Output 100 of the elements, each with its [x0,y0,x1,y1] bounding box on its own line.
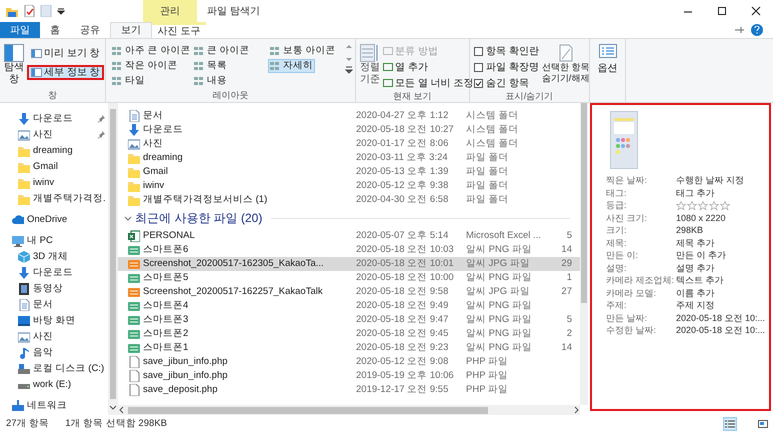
property-label: 카메라 모델: [606,288,658,298]
nav-item[interactable]: Gmail [0,159,108,175]
nav-item[interactable]: 개별주택가격정. [0,191,108,207]
nav-item[interactable]: 동영상 [0,281,108,297]
group-header[interactable]: 최근에 사용한 파일 (20) [124,209,262,227]
property-value[interactable]: 텍스트 추가 [676,275,769,286]
checkbox[interactable] [474,46,483,56]
download-arrow-icon [18,113,30,125]
nav-item[interactable]: 로컬 디스크 (C:) [0,361,108,377]
options-list-icon [598,44,616,58]
ribbon-tab[interactable]: 파일 [0,22,40,38]
file-row[interactable]: dreaming 2020-03-11 오후 3:24 파일 폴더 [118,151,580,165]
checkbox[interactable] [474,62,483,72]
property-value[interactable]: 태그 추가 [676,188,769,198]
image-file-icon [128,342,140,354]
folder-icon [18,161,30,173]
nav-item[interactable]: 바탕 화면 [0,313,108,329]
file-row[interactable]: 다운로드 2020-05-18 오전 10:27 시스템 폴더 [118,123,580,137]
layout-option[interactable]: 자세히 [268,59,315,73]
ribbon-tab[interactable]: 홈 [40,22,70,38]
large-icons-view-button[interactable] [756,417,770,431]
file-row[interactable]: 스마트폰2 2020-05-18 오전 9:45 알씨 PNG 파일 2 [118,327,580,341]
view-option-button[interactable]: 열 추가 [383,60,474,74]
cube-icon [18,251,30,263]
property-value[interactable]: 설명 추가 [676,262,769,274]
file-row[interactable]: 스마트폰6 2020-05-18 오전 10:03 알씨 PNG 파일 14 [118,243,580,257]
options-button[interactable]: 옵션 [598,44,618,84]
checkbox[interactable] [474,78,483,88]
nav-item[interactable]: 사진 [0,329,108,345]
property-value[interactable]: 제목 추가 [676,238,769,248]
file-row[interactable]: iwinv 2020-05-12 오후 9:38 파일 폴더 [118,179,580,193]
property-value[interactable]: 주제 지정 [676,300,769,311]
navigation-pane-button[interactable]: 탐색 창 [4,44,24,86]
file-row[interactable]: save_jibun_info.php 2019-05-19 오후 10:06 PHP 파일 [118,369,580,383]
property-value[interactable]: 수행한 날짜 지정 [676,175,769,186]
nav-item[interactable]: dreaming [0,143,108,159]
property-value[interactable]: 2020-05-18 오전 10:... [676,325,769,336]
file-row[interactable]: 스마트폰3 2020-05-18 오전 9:47 알씨 PNG 파일 5 [118,313,580,327]
nav-item[interactable]: work (E:) [0,377,108,393]
layout-option[interactable]: 큰 아이콘 [192,44,252,58]
property-label: 설명: [606,262,628,274]
details-view-button[interactable] [723,417,737,431]
pane-button[interactable]: 세부 정보 창 [27,65,104,80]
file-row[interactable]: Screenshot_20200517-162257_KakaoTalk 2020-05-18 오전 9:58 알씨 JPG 파일 27 [118,285,580,299]
layout-option[interactable]: 내용 [192,74,229,88]
view-option-button[interactable]: 모든 열 너비 조정 [383,76,474,90]
picture-icon [128,138,140,150]
property-value[interactable]: 1080 x 2220 [676,212,769,224]
property-value[interactable]: 298KB [676,225,769,236]
pane-icon [31,48,42,59]
pane-button[interactable]: 미리 보기 창 [27,46,104,61]
file-row[interactable]: 스마트폰4 2020-05-18 오전 9:49 알씨 PNG 파일 [118,299,580,313]
ribbon-tab[interactable]: 보기 [110,22,152,38]
folder-icon [6,5,18,17]
file-row[interactable]: 개별주택가격정보서비스 (1) 2020-04-30 오전 6:58 파일 폴더 [118,193,580,207]
help-icon[interactable] [751,24,763,36]
file-row[interactable]: PERSONAL 2020-05-07 오후 5:14 Microsoft Excel ... 5 [118,229,580,243]
ribbon-tab[interactable]: 공유 [70,22,110,38]
nav-item[interactable]: iwinv [0,175,108,191]
nav-item[interactable]: 네트워크 [0,398,108,414]
property-value[interactable]: 만든 이 추가 [676,250,769,261]
monitor-icon [18,315,30,327]
navigation-pane-icon [4,44,24,62]
file-row[interactable]: Screenshot_20200517-162305_KakaoTa... 2020-05-18 오전 10:01 알씨 JPG 파일 29 [118,257,580,271]
property-label: 주제: [606,300,628,311]
nav-item[interactable]: 음악 [0,345,108,361]
hide-selected-button[interactable]: 선택한 항목 숨기기/해제 [542,44,590,84]
folder-icon [128,180,140,192]
property-value[interactable]: 이름 추가 [676,288,769,298]
file-icon [128,370,140,382]
file-row[interactable]: Gmail 2020-05-13 오후 1:39 파일 폴더 [118,165,580,179]
ribbon-tab[interactable]: 사진 도구 [152,22,206,38]
layout-option[interactable]: 목록 [192,59,229,73]
layout-option[interactable]: 타일 [110,74,147,88]
network-icon [12,400,24,412]
property-value[interactable]: 2020-05-18 오전 10:... [676,312,769,324]
sort-by-button[interactable]: 정렬 기준 [360,44,380,86]
file-icon [128,356,140,368]
checkbox-label: 숨긴 항목 [486,76,529,90]
nav-item[interactable]: OneDrive [0,212,108,228]
file-row[interactable]: 문서 2020-04-27 오후 1:12 시스템 폴더 [118,109,580,123]
nav-item[interactable]: 문서 [0,297,108,313]
nav-item[interactable]: 내 PC [0,233,108,249]
layout-option[interactable]: 작은 아이콘 [110,59,180,73]
nav-item[interactable]: 사진 [0,127,108,143]
file-row[interactable]: save_deposit.php 2019-12-17 오전 9:55 PHP 파일 [118,383,580,397]
layout-option[interactable]: 보통 아이콘 [268,44,338,58]
film-icon [18,283,30,295]
file-row[interactable]: 스마트폰5 2020-05-18 오전 10:00 알씨 PNG 파일 1 [118,271,580,285]
nav-item[interactable]: 다운로드 [0,265,108,281]
checkbox-label: 파일 확장명 [486,60,539,74]
nav-item[interactable]: 다운로드 [0,111,108,127]
file-row[interactable]: save_jibun_info.php 2020-05-12 오전 9:08 PHP 파일 [118,355,580,369]
layout-option[interactable]: 아주 큰 아이콘 [110,44,192,58]
contextual-tab-label: 관리 [143,0,197,22]
property-label: 태그: [606,188,628,198]
file-row[interactable]: 사진 2020-01-17 오전 8:06 시스템 폴더 [118,137,580,151]
file-row[interactable]: 스마트폰1 2020-05-18 오전 9:23 알씨 PNG 파일 14 [118,341,580,355]
nav-item[interactable]: 3D 개체 [0,249,108,265]
ribbon-group-label: 표시/숨기기 [504,90,554,103]
